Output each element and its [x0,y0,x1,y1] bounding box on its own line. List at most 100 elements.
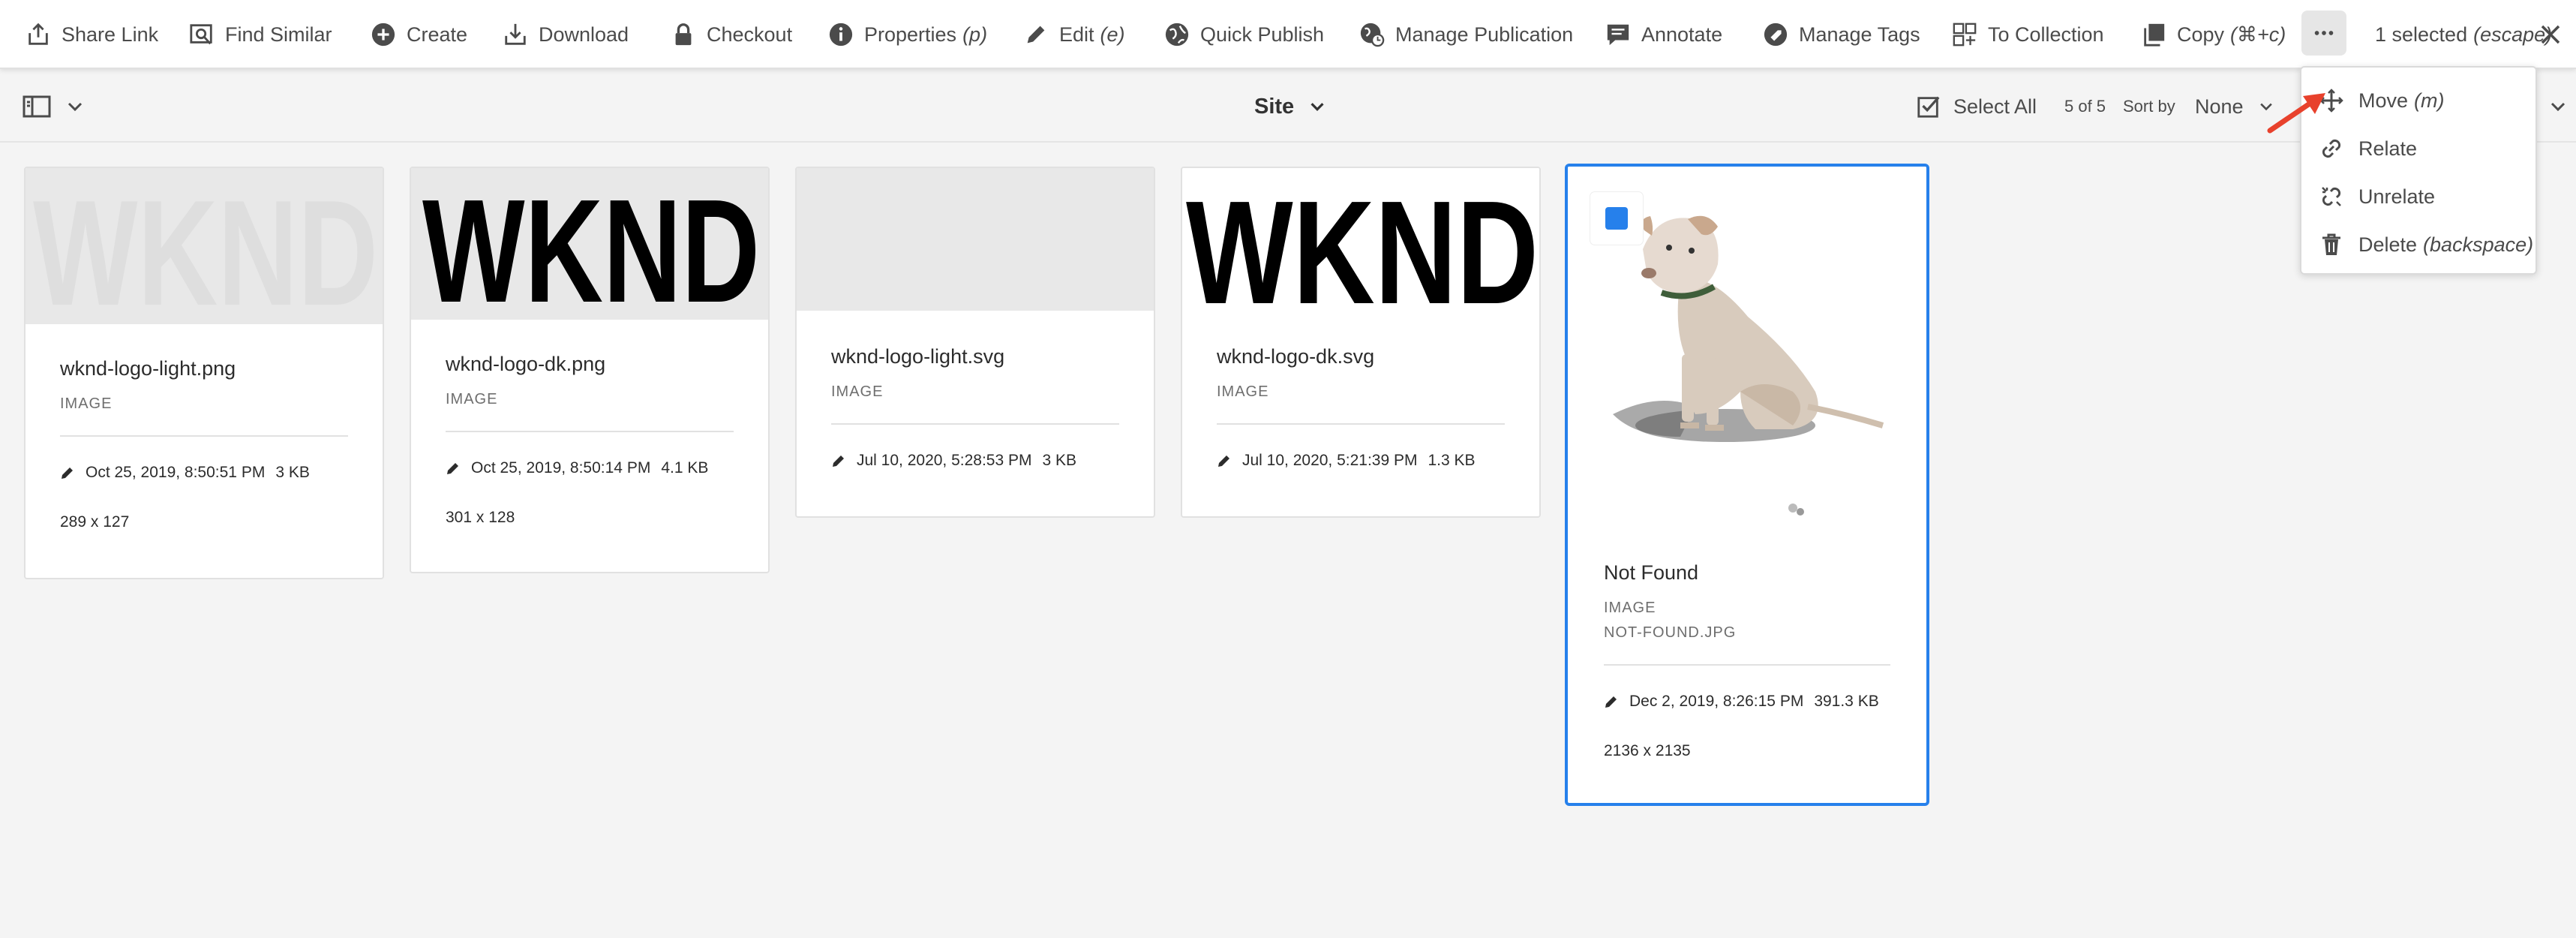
asset-thumbnail: WKND [26,168,383,324]
menu-item-relate[interactable]: Relate [2301,125,2535,173]
divider [60,435,348,437]
thumb-logo-text: WKND [1186,170,1539,311]
menu-item-move[interactable]: Move (m) [2301,77,2535,125]
sort-value: None [2195,95,2244,118]
manage-tags-label: Manage Tags [1799,23,1920,46]
wknd-logo-light-image: WKND [33,170,378,324]
close-icon[interactable] [2537,21,2564,48]
pencil-icon [1218,455,1229,467]
unlink-icon [2322,187,2341,206]
rail-toggle-button[interactable] [23,92,90,122]
copy-shortcut: (⌘+c) [2230,23,2286,46]
download-icon [505,23,526,45]
more-actions-menu: Move (m) Relate Unrelate Delete (backspace… [2300,66,2537,275]
more-actions-button[interactable] [2301,11,2346,56]
wknd-logo-dark-svg-image: WKND [1186,170,1539,311]
view-switcher-chevron-icon[interactable] [2547,96,2568,117]
asset-title: Not Found [1604,561,1699,584]
tag-icon [1764,23,1788,47]
copy-icon [2144,23,2165,47]
item-count: 5 of 5 [2064,97,2106,116]
sort-dropdown[interactable]: None [2195,71,2275,143]
find-similar-label: Find Similar [225,23,332,46]
asset-filename: NOT-FOUND.JPG [1604,624,1737,641]
properties-label: Properties [864,23,957,46]
edit-button[interactable]: Edit (e) [1023,0,1125,69]
divider [831,423,1119,425]
site-switcher[interactable]: Site [1254,71,1327,143]
asset-modified: Oct 25, 2019, 8:50:14 PM 4.1 KB [446,459,734,477]
menu-item-unrelate[interactable]: Unrelate [2301,173,2535,221]
asset-thumbnail [1568,167,1926,531]
annotate-icon [1607,24,1629,46]
collection-add-icon [1953,23,1977,47]
create-button[interactable]: Create [371,0,467,69]
selection-checkbox[interactable] [1590,192,1643,245]
modified-date: Dec 2, 2019, 8:26:15 PM [1629,693,1804,710]
annotate-button[interactable]: Annotate [1605,0,1722,69]
asset-info: wknd-logo-light.svg IMAGE Jul 10, 2020, … [831,345,1119,470]
to-collection-button[interactable]: To Collection [1952,0,2104,69]
more-icon [2314,31,2334,35]
manage-publication-label: Manage Publication [1395,23,1574,46]
modified-date: Oct 25, 2019, 8:50:51 PM [86,464,266,481]
download-button[interactable]: Download [503,0,629,69]
edit-shortcut: (e) [1100,23,1125,46]
selection-count-label: 1 selected [2375,23,2468,46]
pencil-icon [1027,26,1045,44]
checkmark-icon [1592,194,1605,206]
asset-modified: Dec 2, 2019, 8:26:15 PM 391.3 KB [1604,693,1890,711]
share-link-button[interactable]: Share Link [26,0,158,69]
asset-info: Not Found IMAGE NOT-FOUND.JPG Dec 2, 201… [1604,561,1890,760]
checkout-button[interactable]: Checkout [671,0,792,69]
asset-dimensions: 2136 x 2135 [1604,742,1691,759]
select-all-label: Select All [1953,95,2037,118]
download-label: Download [539,23,629,46]
sort-by-label: Sort by [2123,97,2175,116]
chevron-down-icon [1311,103,1324,112]
asset-card[interactable]: WKND wknd-logo-dk.svg IMAGE Jul 10, 2020… [1181,167,1541,518]
file-size: 1.3 KB [1428,452,1476,469]
asset-type: IMAGE [1217,383,1269,400]
create-label: Create [407,23,468,46]
selection-count: 1 selected (escape) [2375,0,2552,69]
asset-card[interactable]: WKND wknd-logo-light.png IMAGE Oct 25, 2… [24,167,384,579]
share-icon [29,23,48,45]
copy-button[interactable]: Copy (⌘+c) [2141,0,2286,69]
menu-item-shortcut: (m) [2414,89,2445,112]
globe-icon [1165,23,1189,47]
asset-card-selected[interactable]: Not Found IMAGE NOT-FOUND.JPG Dec 2, 201… [1565,164,1929,806]
modified-date: Oct 25, 2019, 8:50:14 PM [471,459,651,477]
asset-type: IMAGE [446,391,498,407]
asset-card[interactable]: wknd-logo-light.svg IMAGE Jul 10, 2020, … [795,167,1155,518]
quick-publish-button[interactable]: Quick Publish [1164,0,1324,69]
asset-card[interactable]: WKND wknd-logo-dk.png IMAGE Oct 25, 2019… [410,167,770,573]
quick-publish-label: Quick Publish [1200,23,1325,46]
asset-title: wknd-logo-light.png [60,357,236,380]
trash-icon [2322,233,2340,255]
copy-label: Copy [2177,23,2225,46]
modified-date: Jul 10, 2020, 5:21:39 PM [1242,452,1418,469]
manage-tags-button[interactable]: Manage Tags [1763,0,1920,69]
to-collection-label: To Collection [1988,23,2104,46]
link-icon [2322,139,2341,158]
menu-item-delete[interactable]: Delete (backspace) [2301,221,2535,269]
thumb-logo-text: WKND [33,170,378,324]
menu-item-label: Delete [2358,233,2418,256]
divider [1217,423,1505,425]
find-similar-button[interactable]: Find Similar [189,0,332,69]
properties-button[interactable]: Properties (p) [828,0,987,69]
file-size: 3 KB [1042,452,1077,469]
site-label: Site [1254,94,1295,119]
asset-modified: Jul 10, 2020, 5:28:53 PM 3 KB [831,452,1119,470]
select-all-button[interactable]: Select All [1916,71,2037,143]
add-circle-icon [371,23,395,47]
asset-info: wknd-logo-dk.png IMAGE Oct 25, 2019, 8:5… [446,353,734,527]
asset-dimensions: 301 x 128 [446,509,515,526]
edit-label: Edit [1059,23,1094,46]
info-icon [829,23,853,47]
manage-publication-button[interactable]: Manage Publication [1359,0,1573,69]
secondary-toolbar: Site Select All 5 of 5 Sort by None [0,71,2576,143]
annotate-label: Annotate [1641,23,1723,46]
asset-type: IMAGE [1604,600,1656,616]
